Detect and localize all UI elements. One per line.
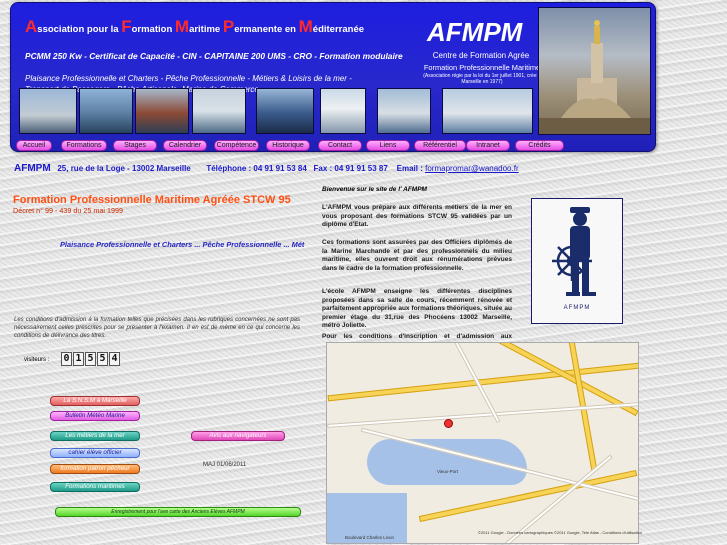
nav-liens[interactable]: Liens (366, 140, 410, 151)
google-map[interactable]: Vieux-Port Boulevard Charles Livon (326, 342, 639, 544)
admission-conditions-text: Les conditions d'admission à la formatio… (14, 317, 300, 339)
centre-line-1: Centre de Formation Agrée (432, 51, 530, 60)
photo-cargo-ship (135, 88, 189, 134)
map-marker-icon[interactable] (444, 419, 453, 428)
centre-line-2: Formation Professionnelle Maritime (423, 63, 541, 72)
nav-accueil[interactable]: Accueil (16, 140, 52, 151)
link-avis-navigateurs[interactable]: Avis aux navigateurs (191, 431, 285, 441)
officers-paragraph: Ces formations sont assurées par des Off… (322, 239, 512, 272)
conditions-paragraph: Pour les conditions d'inscription et d'a… (322, 333, 512, 342)
link-patron-pecheur[interactable]: formation patron pêcheur (50, 464, 140, 474)
nav-competence[interactable]: Compétence (214, 140, 259, 151)
map-label-port: Vieux-Port (437, 469, 458, 474)
nav-historique[interactable]: Historique (266, 140, 310, 151)
formation-title: Formation Professionnelle Maritime Agréé… (13, 194, 291, 206)
map-label-street: Boulevard Charles Livon (345, 535, 395, 540)
contact-fax: Fax : 04 91 91 53 87 (313, 164, 388, 173)
contact-phone: Téléphone : 04 91 91 53 84 (206, 164, 307, 173)
photo-passenger-ship (442, 88, 533, 134)
site-header: Association pour la Formation Maritime P… (10, 2, 656, 152)
title-initial: M (298, 17, 313, 36)
afmpm-logo: AFMPM (531, 198, 623, 324)
link-enregistrement-anciens[interactable]: Enregistrement pour l'ave carte des Anci… (55, 507, 301, 517)
school-paragraph: L'école AFMPM enseigne les différentes d… (322, 288, 512, 330)
contact-email-label: Email : (396, 164, 423, 173)
cathedral-photo (538, 7, 651, 135)
centre-line-3: (Association régie par la loi du 1er jui… (423, 73, 541, 85)
notre-dame-de-la-garde-illustration (539, 20, 650, 134)
logo-caption: AFMPM (563, 305, 591, 311)
brand-logo-text: AFMPM (427, 17, 523, 47)
decret-line: Décret n° 99 - 439 du 25 mai 1999 (13, 206, 123, 215)
photo-sailboat-1 (19, 88, 77, 134)
site-title: Association pour la Formation Maritime P… (25, 17, 364, 37)
photo-sailboat-2 (79, 88, 133, 134)
map-street (327, 402, 638, 428)
visitors-label: visiteurs : (24, 357, 50, 363)
contact-name: AFMPM (14, 163, 51, 174)
nav-referentiel[interactable]: Référentiel (414, 140, 466, 151)
title-word: ssociation pour la (37, 24, 122, 35)
intro-paragraph: L'AFMPM vous prépare aux différents méti… (322, 204, 512, 229)
contact-bar: AFMPM 25, rue de la Loge - 13002 Marseil… (14, 163, 519, 174)
title-word: ermanente en (234, 24, 299, 35)
nav-credits[interactable]: Crédits (515, 140, 564, 151)
nav-calendrier[interactable]: Calendrier (163, 140, 207, 151)
welcome-text: Bienvenue sur le site de l' AFMPM (322, 186, 427, 193)
nav-stages[interactable]: Stages (113, 140, 157, 151)
contact-email-link[interactable]: formapromar@wanadoo.fr (425, 164, 519, 173)
link-bulletin-meteo[interactable]: Bulletin Météo Marine (50, 411, 140, 421)
title-initial: A (25, 17, 38, 36)
counter-digit: 5 (97, 352, 108, 366)
contact-address: 25, rue de la Loge - 13002 Marseille (57, 164, 191, 173)
nav-formations[interactable]: Formations (61, 140, 107, 151)
photo-tall-ship (320, 88, 366, 134)
nav-contact[interactable]: Contact (318, 140, 362, 151)
counter-digit: 4 (109, 352, 120, 366)
certifications-line: PCMM 250 Kw - Certificat de Capacité - C… (25, 51, 403, 61)
nav-intranet[interactable]: Intranet (466, 140, 510, 151)
photo-trawler (192, 88, 246, 134)
last-update: MAJ 01/06/2011 (203, 462, 247, 468)
title-initial: F (121, 17, 132, 36)
map-attribution: ©2011 Google - Données cartographiques ©… (478, 530, 643, 535)
counter-digit: 1 (73, 352, 84, 366)
title-word: éditerranée (312, 24, 365, 35)
link-snsm-marseille[interactable]: La S.N.S.M à Marseille (50, 396, 140, 406)
title-initial: P (222, 17, 235, 36)
photo-container-ship (256, 88, 314, 134)
counter-digit: 5 (85, 352, 96, 366)
counter-digit: 0 (61, 352, 72, 366)
title-word: ormation (131, 24, 175, 35)
visitor-counter: 0 1 5 5 4 (61, 352, 120, 366)
link-formations-maritimes[interactable]: Formations maritimes (50, 482, 140, 492)
title-word: aritime (189, 24, 223, 35)
link-cahier-eleve[interactable]: cahier élève officier (50, 448, 140, 458)
link-metiers-mer[interactable]: Les métiers de la mer (50, 431, 140, 441)
sailor-at-wheel-icon (552, 207, 596, 296)
photo-ferry (377, 88, 431, 134)
scrolling-marquee: Plaisance Professionnelle et Charters ..… (60, 240, 305, 249)
title-initial: M (174, 17, 190, 36)
